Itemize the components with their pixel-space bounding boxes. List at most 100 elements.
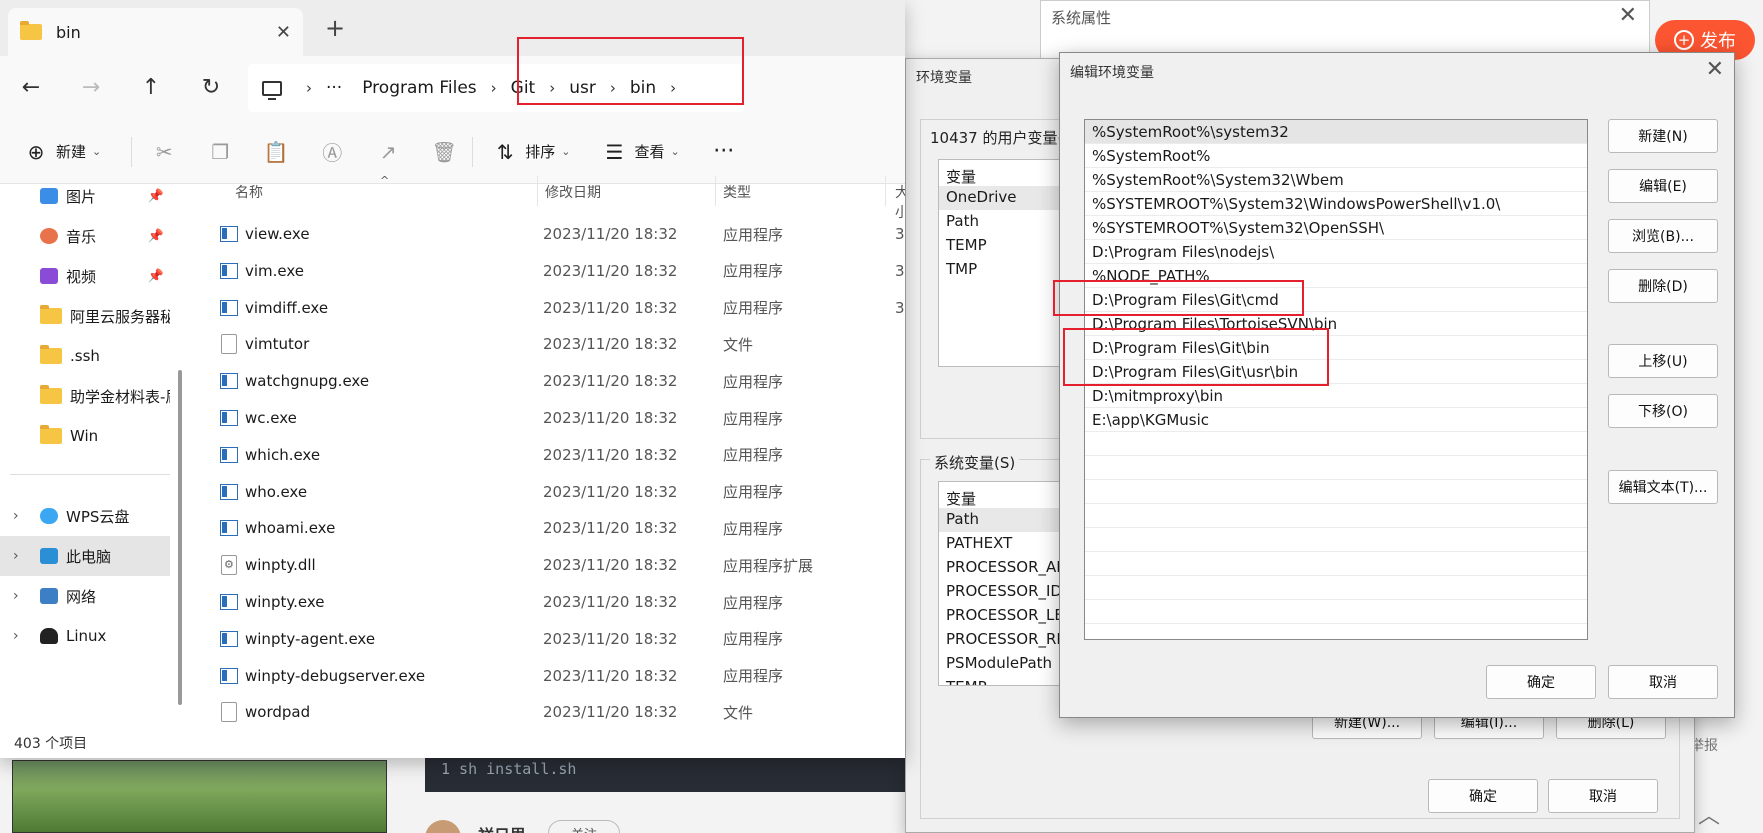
follow-button[interactable]: 关注 <box>548 820 620 833</box>
cut-icon[interactable]: ✂ <box>150 140 178 164</box>
file-row[interactable]: vim.exe 2023/11/20 18:32 应用程序 3, <box>195 253 905 289</box>
edit-button[interactable]: 编辑(E) <box>1608 169 1718 203</box>
back-arrow-icon[interactable]: ← <box>16 73 46 103</box>
pin-icon[interactable]: 📌 <box>148 229 164 244</box>
author-name[interactable]: 祥日思 <box>478 822 526 833</box>
pictures-icon <box>40 188 58 204</box>
file-row[interactable]: whoami.exe 2023/11/20 18:32 应用程序 <box>195 510 905 546</box>
path-entry[interactable]: E:\app\KGMusic <box>1085 408 1587 432</box>
empty-path-row[interactable] <box>1085 432 1587 456</box>
path-entry[interactable]: %SystemRoot%\system32 <box>1085 120 1587 144</box>
file-type: 文件 <box>723 703 754 722</box>
tab-bin[interactable]: bin ✕ <box>8 8 303 56</box>
empty-path-row[interactable] <box>1085 456 1587 480</box>
empty-path-row[interactable] <box>1085 528 1587 552</box>
file-row[interactable]: which.exe 2023/11/20 18:32 应用程序 <box>195 437 905 473</box>
sidebar-item-linux[interactable]: › Linux <box>0 616 170 656</box>
sidebar-item-this-pc[interactable]: › 此电脑 <box>0 536 170 576</box>
close-icon[interactable]: ✕ <box>1619 3 1637 28</box>
sidebar-scrollbar[interactable] <box>178 370 182 705</box>
close-icon[interactable]: ✕ <box>1706 57 1724 82</box>
chevron-right-icon[interactable]: › <box>491 79 497 97</box>
column-separator[interactable] <box>537 176 538 206</box>
sort-menu-button[interactable]: ⇅ 排序 ⌄ <box>491 140 571 164</box>
more-options-icon[interactable]: ··· <box>710 139 738 164</box>
delete-icon[interactable]: 🗑 <box>430 140 458 164</box>
edit-text-button[interactable]: 编辑文本(T)... <box>1608 470 1718 504</box>
browse-button[interactable]: 浏览(B)... <box>1608 219 1718 253</box>
sidebar-item-win[interactable]: Win <box>0 416 170 456</box>
file-row[interactable]: winpty-debugserver.exe 2023/11/20 18:32 应用… <box>195 658 905 694</box>
sidebar-item-network[interactable]: › 网络 <box>0 576 170 616</box>
move-down-button[interactable]: 下移(O) <box>1608 394 1718 428</box>
breadcrumb-program-files[interactable]: Program Files <box>362 78 476 98</box>
path-entry[interactable]: %SYSTEMROOT%\System32\OpenSSH\ <box>1085 216 1587 240</box>
empty-path-row[interactable] <box>1085 600 1587 624</box>
new-button[interactable]: 新建(N) <box>1608 119 1718 153</box>
path-entry[interactable]: D:\mitmproxy\bin <box>1085 384 1587 408</box>
ok-button[interactable]: 确定 <box>1428 779 1538 813</box>
author-avatar[interactable] <box>425 820 461 833</box>
chevron-right-icon[interactable]: › <box>13 548 19 564</box>
column-header-type[interactable]: 类型 <box>723 182 751 202</box>
file-row[interactable]: view.exe 2023/11/20 18:32 应用程序 3, <box>195 216 905 252</box>
file-row[interactable]: wordpad 2023/11/20 18:32 文件 <box>195 694 905 730</box>
file-row[interactable]: winpty.exe 2023/11/20 18:32 应用程序 <box>195 584 905 620</box>
chevron-right-icon[interactable]: › <box>306 79 312 97</box>
sidebar-item-music[interactable]: 音乐 📌 <box>0 216 170 256</box>
cancel-button[interactable]: 取消 <box>1548 779 1658 813</box>
file-row[interactable]: vimtutor 2023/11/20 18:32 文件 <box>195 326 905 362</box>
sidebar-item-videos[interactable]: 视频 📌 <box>0 256 170 296</box>
pin-icon[interactable]: 📌 <box>148 189 164 204</box>
new-tab-icon[interactable]: + <box>325 14 345 42</box>
path-entry[interactable]: %SystemRoot% <box>1085 144 1587 168</box>
file-date: 2023/11/20 18:32 <box>543 666 678 685</box>
chevron-right-icon[interactable]: › <box>13 588 19 604</box>
empty-path-row[interactable] <box>1085 480 1587 504</box>
up-arrow-icon[interactable]: ↑ <box>136 73 166 103</box>
more-crumbs-icon[interactable]: ··· <box>326 78 342 98</box>
sidebar-item-grant[interactable]: 助学金材料表-屆 <box>0 376 170 416</box>
column-header-date[interactable]: 修改日期 <box>545 182 601 202</box>
column-separator[interactable] <box>885 176 886 206</box>
chevron-right-icon[interactable]: › <box>13 628 19 644</box>
file-row[interactable]: winpty.dll 2023/11/20 18:32 应用程序扩展 <box>195 547 905 583</box>
chevron-down-icon: ⌄ <box>92 145 102 158</box>
back-to-top-icon[interactable]: ︿ <box>1690 798 1728 829</box>
empty-path-row[interactable] <box>1085 576 1587 600</box>
cancel-button[interactable]: 取消 <box>1608 665 1718 699</box>
new-menu-button[interactable]: ⊕ 新建 ⌄ <box>22 140 102 164</box>
file-row[interactable]: watchgnupg.exe 2023/11/20 18:32 应用程序 <box>195 363 905 399</box>
file-row[interactable]: who.exe 2023/11/20 18:32 应用程序 <box>195 474 905 510</box>
application-icon <box>220 594 238 610</box>
paste-icon[interactable]: 📋 <box>262 140 290 164</box>
close-tab-icon[interactable]: ✕ <box>276 22 291 43</box>
copy-icon[interactable]: ❐ <box>206 140 234 164</box>
highlight-git-cmd <box>1053 280 1304 316</box>
sidebar-item-pictures[interactable]: 图片 📌 <box>0 176 170 216</box>
file-row[interactable]: winpty-agent.exe 2023/11/20 18:32 应用程序 <box>195 621 905 657</box>
column-header-name[interactable]: 名称 <box>235 182 263 202</box>
move-up-button[interactable]: 上移(U) <box>1608 344 1718 378</box>
sidebar-item-ssh[interactable]: .ssh <box>0 336 170 376</box>
share-icon[interactable]: ↗ <box>374 140 402 164</box>
ok-button[interactable]: 确定 <box>1486 665 1596 699</box>
empty-path-row[interactable] <box>1085 504 1587 528</box>
sidebar-item-wps-cloud[interactable]: › WPS云盘 <box>0 496 170 536</box>
path-entry[interactable]: %SystemRoot%\System32\Wbem <box>1085 168 1587 192</box>
rename-icon[interactable]: Ⓐ <box>318 137 346 166</box>
delete-button[interactable]: 删除(D) <box>1608 269 1718 303</box>
file-row[interactable]: wc.exe 2023/11/20 18:32 应用程序 <box>195 400 905 436</box>
forward-arrow-icon[interactable]: → <box>76 73 106 103</box>
sidebar-item-label: 音乐 <box>66 227 97 246</box>
pin-icon[interactable]: 📌 <box>148 269 164 284</box>
path-entry[interactable]: %SYSTEMROOT%\System32\WindowsPowerShell\… <box>1085 192 1587 216</box>
sidebar-item-aliyun[interactable]: 阿里云服务器秘 <box>0 296 170 336</box>
file-row[interactable]: vimdiff.exe 2023/11/20 18:32 应用程序 3, <box>195 290 905 326</box>
view-menu-button[interactable]: ☰ 查看 ⌄ <box>600 140 680 164</box>
refresh-icon[interactable]: ↻ <box>196 73 226 103</box>
path-entry[interactable]: D:\Program Files\nodejs\ <box>1085 240 1587 264</box>
empty-path-row[interactable] <box>1085 552 1587 576</box>
chevron-right-icon[interactable]: › <box>13 508 19 524</box>
column-separator[interactable] <box>715 176 716 206</box>
